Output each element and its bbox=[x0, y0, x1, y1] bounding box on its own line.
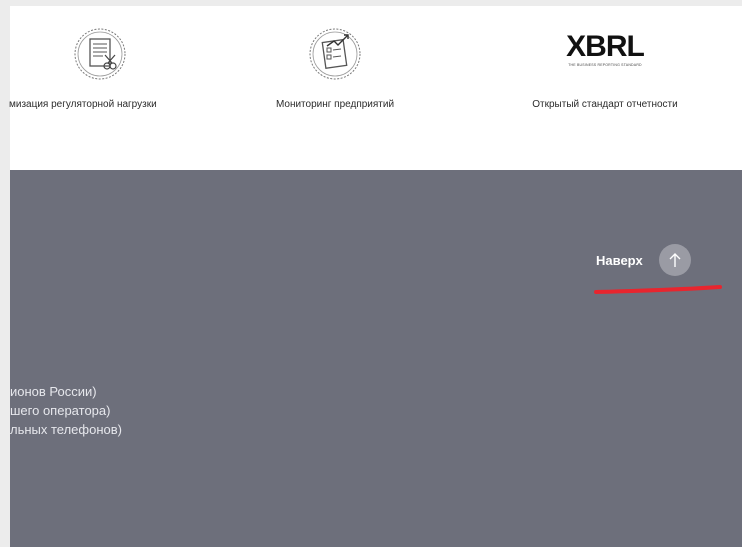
phone-note: льных телефонов) bbox=[10, 422, 122, 437]
phone-note: шего оператора) bbox=[10, 403, 111, 418]
service-regulatory-burden[interactable]: мизация регуляторной нагрузки bbox=[0, 6, 230, 170]
service-enterprise-monitoring[interactable]: Мониторинг предприятий bbox=[235, 6, 435, 170]
back-to-top-label[interactable]: Наверх bbox=[596, 253, 643, 268]
service-label: Открытый стандарт отчетности bbox=[532, 99, 678, 110]
contact-phones: ионов России) шего оператора) льных теле… bbox=[10, 382, 210, 439]
red-underline-annotation bbox=[594, 285, 722, 294]
checklist-chart-seal-icon bbox=[307, 26, 363, 82]
xbrl-logo-tagline: THE BUSINESS REPORTING STANDARD bbox=[568, 63, 642, 67]
service-xbrl[interactable]: XBRL THE BUSINESS REPORTING STANDARD Отк… bbox=[480, 6, 730, 170]
xbrl-logo: XBRL THE BUSINESS REPORTING STANDARD bbox=[550, 32, 660, 76]
back-to-top-button[interactable] bbox=[658, 244, 691, 276]
footer: Наверх ионов России) шего оператора) льн… bbox=[10, 170, 742, 547]
service-label: Мониторинг предприятий bbox=[275, 99, 395, 110]
document-scissors-seal-icon bbox=[72, 26, 128, 82]
services-panel: мизация регуляторной нагрузки Мониторинг… bbox=[9, 6, 742, 170]
phone-note: ионов России) bbox=[10, 384, 97, 399]
service-label: мизация регуляторной нагрузки bbox=[9, 99, 157, 110]
arrow-up-icon bbox=[669, 253, 681, 267]
xbrl-logo-text: XBRL bbox=[566, 30, 645, 63]
back-to-top[interactable]: Наверх bbox=[596, 244, 691, 276]
